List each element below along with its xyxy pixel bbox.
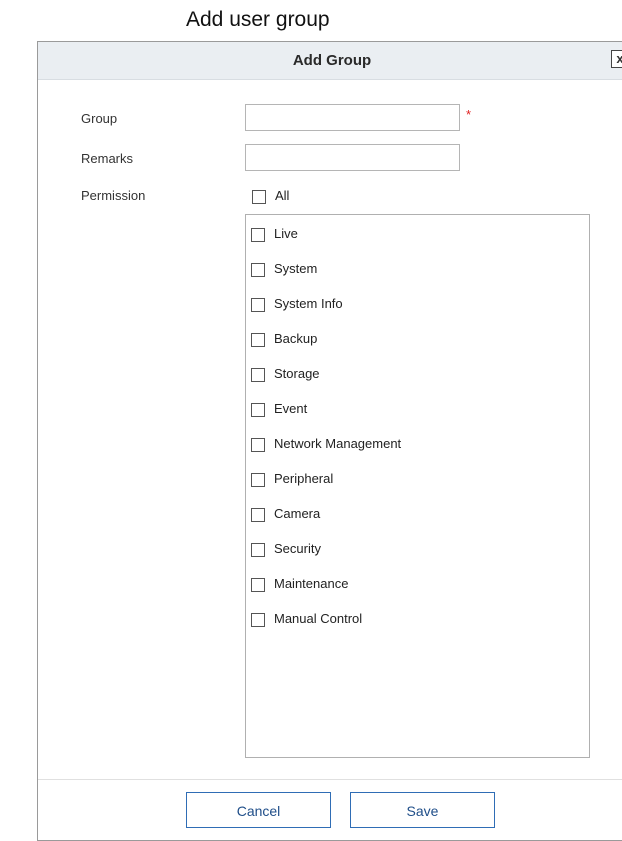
all-checkbox-row[interactable]: All <box>252 188 289 204</box>
permission-item[interactable]: Network Management <box>251 435 401 453</box>
permission-item[interactable]: Storage <box>251 365 320 383</box>
remarks-label: Remarks <box>81 151 134 166</box>
permission-item[interactable]: System <box>251 260 317 278</box>
save-button[interactable]: Save <box>350 792 495 828</box>
permission-item[interactable]: Event <box>251 400 307 418</box>
all-checkbox[interactable] <box>252 189 266 204</box>
permission-label: System Info <box>274 296 343 311</box>
permission-item[interactable]: System Info <box>251 295 343 313</box>
group-input[interactable] <box>245 104 460 131</box>
permission-item[interactable]: Camera <box>251 505 320 523</box>
permission-label: Security <box>274 541 321 556</box>
permission-label: Live <box>274 226 298 241</box>
permission-checkbox[interactable] <box>251 227 265 242</box>
permission-label: Peripheral <box>274 471 334 486</box>
permission-label: Maintenance <box>274 576 349 591</box>
permission-item[interactable]: Live <box>251 225 298 243</box>
permission-label: Backup <box>274 331 318 346</box>
permission-checkbox[interactable] <box>251 437 265 452</box>
dialog-title: Add Group <box>292 52 372 69</box>
permission-checkbox[interactable] <box>251 612 265 627</box>
close-icon[interactable]: x <box>611 50 622 68</box>
all-checkbox-label: All <box>275 188 290 203</box>
add-group-dialog: Add Group x Group * Remarks Permission A… <box>37 41 622 841</box>
permission-label: System <box>274 261 318 276</box>
permission-item[interactable]: Backup <box>251 330 317 348</box>
permission-label: Permission <box>81 188 146 203</box>
permission-label: Network Management <box>274 436 402 451</box>
permission-item[interactable]: Manual Control <box>251 610 362 628</box>
permission-checkbox[interactable] <box>251 332 265 347</box>
permission-checkbox[interactable] <box>251 297 265 312</box>
dialog-header: Add Group x <box>38 42 622 80</box>
permission-checkbox[interactable] <box>251 507 265 522</box>
remarks-input[interactable] <box>245 144 460 171</box>
permission-item[interactable]: Maintenance <box>251 575 348 593</box>
permission-label: Manual Control <box>274 611 363 626</box>
permission-item[interactable]: Peripheral <box>251 470 333 488</box>
permission-item[interactable]: Security <box>251 540 321 558</box>
permission-label: Camera <box>274 506 321 521</box>
permission-list-box[interactable]: Live System System Info Backup Storage Event N… <box>245 214 590 758</box>
group-label: Group <box>81 111 118 126</box>
permission-checkbox[interactable] <box>251 577 265 592</box>
permission-checkbox[interactable] <box>251 367 265 382</box>
permission-label: Storage <box>274 366 320 381</box>
footer-divider <box>38 779 622 780</box>
permission-checkbox[interactable] <box>251 542 265 557</box>
permission-label: Event <box>274 401 308 416</box>
required-marker: * <box>466 107 472 122</box>
permission-checkbox[interactable] <box>251 262 265 277</box>
page-caption: Add user group <box>186 8 330 31</box>
cancel-button[interactable]: Cancel <box>186 792 331 828</box>
permission-checkbox[interactable] <box>251 472 265 487</box>
permission-checkbox[interactable] <box>251 402 265 417</box>
